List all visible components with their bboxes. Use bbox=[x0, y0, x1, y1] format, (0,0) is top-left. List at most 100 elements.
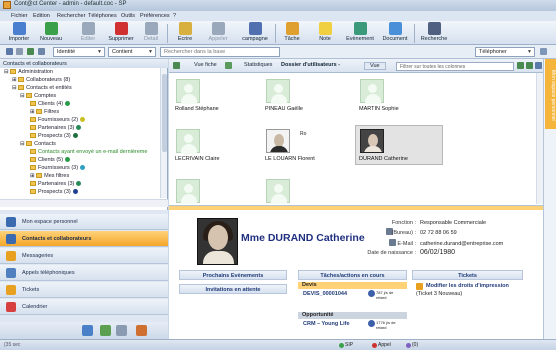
tree-item[interactable]: ⊞ Filtres bbox=[30, 109, 59, 115]
chart-icon[interactable] bbox=[100, 325, 111, 336]
tree-item[interactable]: Clients (4) bbox=[30, 101, 71, 107]
upcoming-events-button[interactable]: Prochains Evènements bbox=[179, 270, 287, 280]
nav-tickets[interactable]: Tickets bbox=[0, 282, 168, 298]
phone-select[interactable]: Téléphoner ▼ bbox=[475, 47, 535, 57]
tree-item[interactable]: Clients (5) bbox=[30, 157, 71, 163]
phone-icon[interactable] bbox=[540, 48, 547, 55]
menu-help[interactable]: ? bbox=[173, 13, 176, 19]
pin-icon[interactable] bbox=[16, 48, 23, 55]
window-title: Cont@ct Center - admin - default.coc - S… bbox=[14, 1, 127, 7]
search-input[interactable]: Rechercher dans la base bbox=[160, 47, 280, 57]
search-button[interactable]: Recherche bbox=[418, 22, 450, 42]
tree-item[interactable]: Fournisseurs (2) bbox=[30, 117, 86, 123]
tab-user-folder[interactable]: Dossier d'utilisateurs - bbox=[281, 62, 340, 68]
event-icon bbox=[353, 22, 367, 35]
users-icon[interactable] bbox=[38, 48, 45, 55]
edit-button[interactable]: Editer bbox=[75, 22, 101, 42]
menu-rechercher[interactable]: Rechercher bbox=[57, 13, 85, 19]
menu-edition[interactable]: Edition bbox=[33, 13, 50, 19]
note-icon bbox=[318, 22, 332, 35]
identity-select[interactable]: Identité ▼ bbox=[53, 47, 105, 57]
tree-item[interactable]: Partenaires (3) bbox=[30, 181, 82, 187]
folder-icon bbox=[30, 117, 36, 122]
menu-outils[interactable]: Outils bbox=[121, 13, 135, 19]
document-icon[interactable] bbox=[116, 325, 127, 336]
status-dot-icon bbox=[76, 125, 82, 130]
nav-messaging[interactable]: Messageries bbox=[0, 248, 168, 264]
contact-card[interactable] bbox=[171, 175, 259, 204]
menu-fichier[interactable]: Fichier bbox=[11, 13, 28, 19]
main-toolbar: Importer Nouveau Editer Supprimer Detail… bbox=[0, 21, 556, 45]
pending-invitations-button[interactable]: Invitations en attente bbox=[179, 284, 287, 294]
contact-card[interactable]: Ro LE LOUARN Florent bbox=[261, 125, 349, 165]
delete-button[interactable]: Supprimer bbox=[105, 22, 137, 42]
nav-personal-space[interactable]: Mon espace personnel bbox=[0, 214, 168, 230]
campaign-button[interactable]: campagne bbox=[240, 22, 270, 42]
content-select[interactable]: Contient ▼ bbox=[108, 47, 156, 57]
field-value[interactable]: 02 72 88 06 59 bbox=[420, 230, 457, 236]
contact-card[interactable]: MARTIN Sophie bbox=[355, 75, 443, 115]
menu-preferences[interactable]: Préférences bbox=[140, 13, 170, 19]
tree-item[interactable]: Prospects (3) bbox=[30, 189, 78, 195]
tree-item[interactable]: ⊟ Administration bbox=[4, 69, 53, 75]
tree-item[interactable]: ⊟ Comptes bbox=[20, 93, 56, 99]
new-button[interactable]: Nouveau bbox=[36, 22, 66, 42]
personal-space-tab[interactable]: Mon espace personnel bbox=[545, 59, 556, 129]
field-value[interactable]: catherine.durand@entreprise.com bbox=[420, 241, 503, 247]
column-filter-input[interactable]: Filtrer sur toutes les colonnes bbox=[396, 62, 514, 71]
tree-scrollbar[interactable] bbox=[160, 68, 167, 198]
export-icon[interactable] bbox=[136, 325, 147, 336]
nav-calendar[interactable]: Calendrier bbox=[0, 299, 168, 315]
contact-card[interactable]: LECRIVAIN Claire bbox=[171, 125, 259, 165]
avatar-placeholder bbox=[176, 179, 200, 204]
tree-item[interactable]: Partenaires (3) bbox=[30, 125, 82, 131]
nav-contacts[interactable]: Contacts et collaborateurs bbox=[0, 231, 168, 247]
scrollbar-thumb[interactable] bbox=[162, 74, 167, 152]
filter-bar: Identité ▼ Contient ▼ Rechercher dans la b… bbox=[0, 45, 556, 59]
arrow-left-icon[interactable] bbox=[517, 62, 524, 69]
view-dropdown[interactable]: Vue bbox=[364, 62, 386, 70]
tree-hscrollbar[interactable] bbox=[0, 199, 168, 207]
tree-item[interactable]: Fournisseurs (3) bbox=[30, 165, 86, 171]
note-button[interactable]: Note bbox=[313, 22, 337, 42]
write-button[interactable]: Ecrire bbox=[172, 22, 198, 42]
detail-button[interactable]: Detail bbox=[139, 22, 163, 42]
user-icon[interactable] bbox=[82, 325, 93, 336]
chevron-down-icon: ▼ bbox=[148, 49, 153, 55]
refresh-icon[interactable] bbox=[535, 62, 542, 69]
ticket-title[interactable]: Modifier les droits d'impression bbox=[426, 283, 509, 289]
contact-card[interactable]: Rolland Stéphane bbox=[171, 75, 259, 115]
tree-item[interactable]: ⊟ Contacts bbox=[20, 141, 56, 147]
import-icon bbox=[12, 22, 26, 35]
tab-statistiques[interactable]: Statistiques bbox=[244, 62, 272, 68]
tree-item[interactable]: Prospects (3) bbox=[30, 133, 78, 139]
devis-ref[interactable]: DEVIS_00001044 bbox=[303, 291, 347, 297]
nav-phone-calls[interactable]: Appels téléphoniques bbox=[0, 265, 168, 281]
document-button[interactable]: Document bbox=[379, 22, 411, 42]
contact-card[interactable] bbox=[261, 175, 349, 204]
grid-scrollbar[interactable] bbox=[536, 73, 543, 204]
import-button[interactable]: Importer bbox=[4, 22, 34, 42]
tree-item[interactable]: ⊟ Contacts et entités bbox=[12, 85, 72, 91]
left-panel: Contacts et collaborateurs ⊟ Administrat… bbox=[0, 59, 168, 340]
statistics-icon[interactable] bbox=[225, 62, 232, 69]
settings-icon[interactable] bbox=[6, 48, 13, 55]
tree-item[interactable]: ⊞ Mes filtres bbox=[30, 173, 69, 179]
opportunity-name[interactable]: CRM – Young Life bbox=[303, 321, 350, 327]
arrow-right-icon[interactable] bbox=[526, 62, 533, 69]
tree-item[interactable]: ⊞ Collaborateurs (8) bbox=[12, 77, 70, 83]
avatar-placeholder bbox=[176, 129, 200, 154]
avatar-placeholder bbox=[266, 179, 290, 204]
filter-icon[interactable] bbox=[27, 48, 34, 55]
list-view-icon[interactable] bbox=[173, 62, 180, 69]
task-button[interactable]: Tâche bbox=[280, 22, 304, 42]
menu-telephones[interactable]: Téléphones bbox=[88, 13, 117, 19]
tab-vue-fiche[interactable]: Vue fiche bbox=[194, 62, 217, 68]
contact-card-selected[interactable]: DURAND Catherine bbox=[355, 125, 443, 165]
tree-item[interactable]: Contacts ayant envoyé un e-mail dernière… bbox=[30, 149, 147, 155]
status-dot-icon bbox=[72, 133, 78, 138]
call-button[interactable]: Appeler bbox=[205, 22, 231, 42]
contact-card[interactable]: PINEAU Gaëlle bbox=[261, 75, 349, 115]
folder-icon bbox=[30, 181, 36, 186]
event-button[interactable]: Evènement bbox=[344, 22, 376, 42]
